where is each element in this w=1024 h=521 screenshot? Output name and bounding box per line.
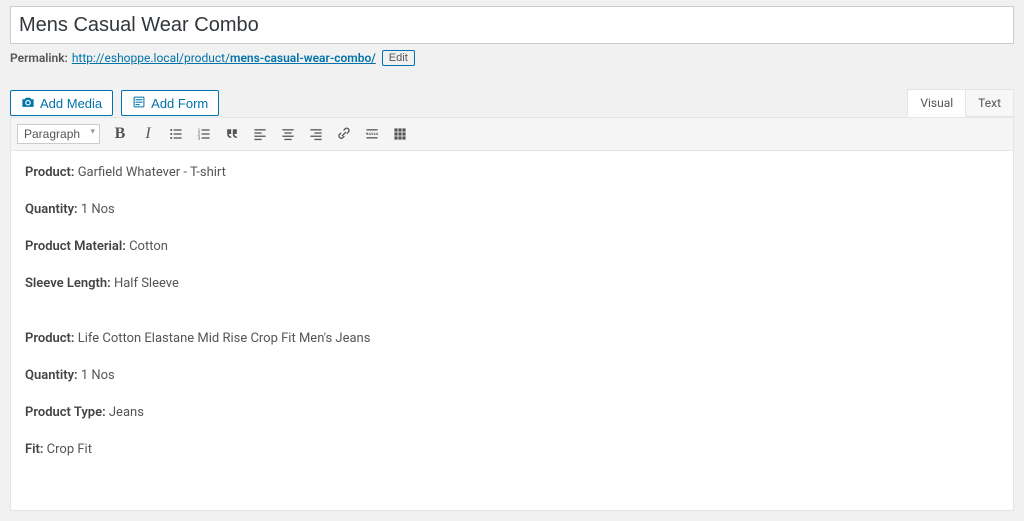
permalink-label: Permalink: (10, 51, 68, 65)
field-value: Garfield Whatever - T-shirt (78, 165, 226, 180)
field-value: Crop Fit (47, 442, 92, 457)
camera-icon (21, 95, 35, 111)
field-value: 1 Nos (81, 202, 115, 217)
align-center-button[interactable] (276, 122, 300, 146)
permalink-base: http://eshoppe.local/product/ (72, 51, 230, 65)
field-label: Product Material: (25, 239, 126, 254)
add-form-label: Add Form (151, 96, 208, 111)
toolbar-toggle-button[interactable] (388, 122, 412, 146)
content-editor[interactable]: Product: Garfield Whatever - T-shirt Qua… (10, 151, 1014, 511)
numbered-list-button[interactable]: 123 (192, 122, 216, 146)
add-media-label: Add Media (40, 96, 102, 111)
field-label: Product: (25, 165, 74, 180)
permalink-edit-button[interactable]: Edit (382, 50, 415, 66)
form-icon (132, 95, 146, 111)
field-value: Life Cotton Elastane Mid Rise Crop Fit M… (78, 331, 371, 346)
field-label: Sleeve Length: (25, 276, 111, 291)
bullet-list-button[interactable] (164, 122, 188, 146)
field-value: 1 Nos (81, 368, 115, 383)
tab-text[interactable]: Text (966, 89, 1014, 117)
post-title-input[interactable] (10, 6, 1014, 44)
link-button[interactable] (332, 122, 356, 146)
italic-button[interactable]: I (136, 122, 160, 146)
field-value: Jeans (109, 405, 144, 420)
field-label: Product Type: (25, 405, 106, 420)
read-more-button[interactable] (360, 122, 384, 146)
field-value: Half Sleeve (114, 276, 179, 291)
permalink-slug: mens-casual-wear-combo/ (230, 51, 376, 65)
permalink-link[interactable]: http://eshoppe.local/product/mens-casual… (72, 51, 376, 65)
tab-visual[interactable]: Visual (907, 89, 966, 117)
align-right-button[interactable] (304, 122, 328, 146)
field-label: Quantity: (25, 368, 78, 383)
field-label: Quantity: (25, 202, 78, 217)
blockquote-button[interactable] (220, 122, 244, 146)
align-left-button[interactable] (248, 122, 272, 146)
field-value: Cotton (129, 239, 168, 254)
format-select[interactable]: Paragraph (17, 124, 100, 144)
add-form-button[interactable]: Add Form (121, 90, 219, 116)
editor-toolbar: Paragraph B I 123 (10, 117, 1014, 151)
svg-text:3: 3 (198, 136, 201, 142)
field-label: Product: (25, 331, 74, 346)
field-label: Fit: (25, 442, 43, 457)
bold-button[interactable]: B (108, 122, 132, 146)
add-media-button[interactable]: Add Media (10, 90, 113, 116)
permalink-row: Permalink: http://eshoppe.local/product/… (10, 50, 1014, 66)
